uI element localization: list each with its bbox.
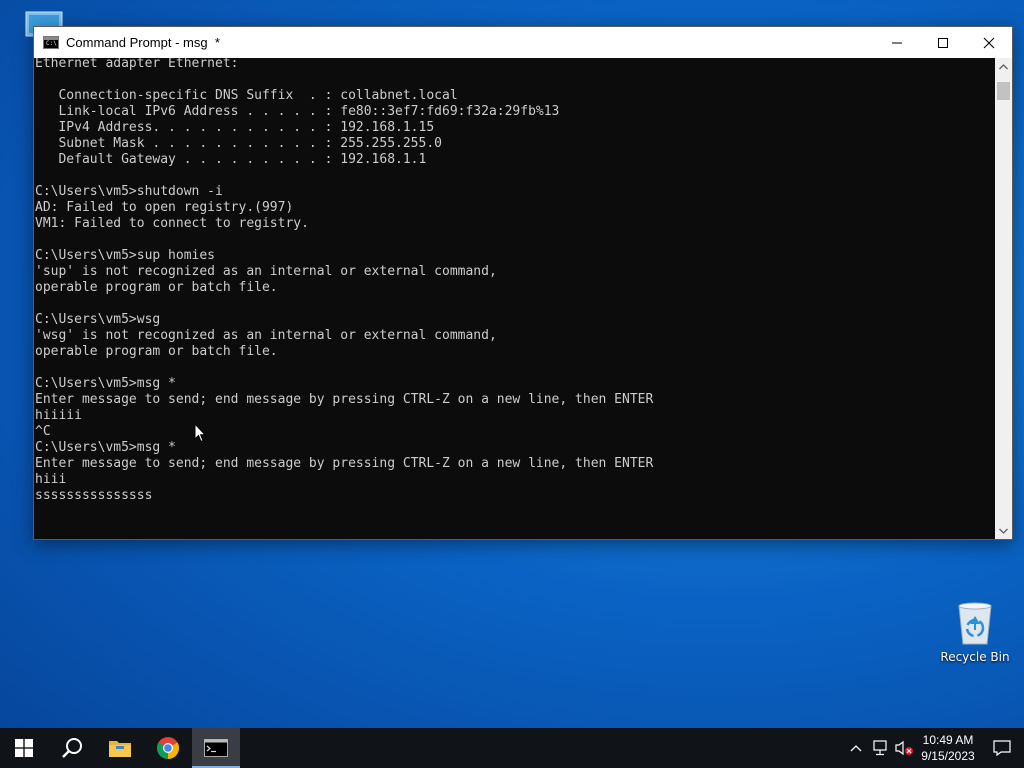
taskbar: 10:49 AM 9/15/2023 <box>0 728 1024 768</box>
console-line: Ethernet adapter Ethernet: <box>35 58 239 71</box>
taskbar-clock[interactable]: 10:49 AM 9/15/2023 <box>916 732 980 764</box>
console-line: hiii <box>35 472 67 487</box>
console-line: ^C <box>35 424 51 439</box>
network-button[interactable] <box>868 728 892 768</box>
file-explorer-button[interactable] <box>96 728 144 768</box>
console-line: C:\Users\vm5>msg * <box>35 440 176 455</box>
console-line: 'wsg' is not recognized as an internal o… <box>35 328 497 343</box>
console-line: IPv4 Address. . . . . . . . . . . : 192.… <box>35 120 435 135</box>
chrome-button[interactable] <box>144 728 192 768</box>
scroll-down-button[interactable] <box>995 522 1012 539</box>
command-prompt-window[interactable]: C:\ Command Prompt - msg * Ethernet adap… <box>33 26 1013 540</box>
console-line: VM1: Failed to connect to registry. <box>35 216 309 231</box>
windows-logo-icon <box>15 739 33 757</box>
console-line: AD: Failed to open registry.(997) <box>35 200 294 215</box>
minimize-button[interactable] <box>874 27 920 58</box>
show-hidden-icons-button[interactable] <box>844 728 868 768</box>
notification-icon <box>993 740 1011 756</box>
console-output[interactable]: Ethernet adapter Ethernet: Connection-sp… <box>34 58 995 539</box>
system-tray: 10:49 AM 9/15/2023 <box>844 728 1024 768</box>
command-prompt-taskbar-button[interactable] <box>192 728 240 768</box>
console-lines: Ethernet adapter Ethernet: Connection-sp… <box>35 58 653 504</box>
chrome-icon <box>157 737 179 759</box>
chevron-down-icon <box>999 528 1008 534</box>
volume-muted-icon <box>895 740 913 756</box>
vertical-scrollbar[interactable] <box>995 58 1012 539</box>
maximize-button[interactable] <box>920 27 966 58</box>
network-icon <box>873 740 887 756</box>
console-line: C:\Users\vm5>sup homies <box>35 248 216 263</box>
action-center-button[interactable] <box>980 728 1024 768</box>
console-line: Subnet Mask . . . . . . . . . . . : 255.… <box>35 136 442 151</box>
console-line: Enter message to send; end message by pr… <box>35 456 654 471</box>
recycle-bin-desktop-icon[interactable]: Recycle Bin <box>938 600 1012 664</box>
scrollbar-thumb[interactable] <box>997 82 1010 100</box>
console-line: Default Gateway . . . . . . . . . : 192.… <box>35 152 427 167</box>
window-title: Command Prompt - msg * <box>66 35 220 50</box>
volume-button[interactable] <box>892 728 916 768</box>
minimize-icon <box>892 42 902 43</box>
start-button[interactable] <box>0 728 48 768</box>
chevron-up-icon <box>850 745 862 752</box>
window-titlebar[interactable]: C:\ Command Prompt - msg * <box>34 27 1012 58</box>
close-button[interactable] <box>966 27 1012 58</box>
console-line: Link-local IPv6 Address . . . . . : fe80… <box>35 104 560 119</box>
maximize-icon <box>938 37 948 48</box>
console-line: 'sup' is not recognized as an internal o… <box>35 264 497 279</box>
command-prompt-icon: C:\ <box>43 36 59 49</box>
console-line: sssssssssssssss <box>35 488 153 503</box>
chevron-up-icon <box>999 63 1008 69</box>
search-button[interactable] <box>48 728 96 768</box>
mouse-pointer-icon <box>194 423 206 443</box>
recycle-bin-label: Recycle Bin <box>940 650 1010 664</box>
desktop: Th Recycle Bin C:\ Command Prompt - msg … <box>0 0 1024 728</box>
console-line: Enter message to send; end message by pr… <box>35 392 654 407</box>
console-line: hiiiii <box>35 408 82 423</box>
recycle-bin-icon <box>958 602 992 645</box>
console-line: C:\Users\vm5>shutdown -i <box>35 184 223 199</box>
search-icon <box>62 738 82 758</box>
scroll-up-button[interactable] <box>995 58 1012 75</box>
folder-icon <box>109 741 131 757</box>
console-line: Connection-specific DNS Suffix . : colla… <box>35 88 458 103</box>
clock-time: 10:49 AM <box>922 733 974 747</box>
clock-date: 9/15/2023 <box>921 749 975 763</box>
console-line: C:\Users\vm5>msg * <box>35 376 176 391</box>
command-prompt-icon <box>204 739 228 757</box>
close-icon <box>983 37 995 48</box>
console-line: C:\Users\vm5>wsg <box>35 312 161 327</box>
console-line: operable program or batch file. <box>35 344 278 359</box>
console-line: operable program or batch file. <box>35 280 278 295</box>
